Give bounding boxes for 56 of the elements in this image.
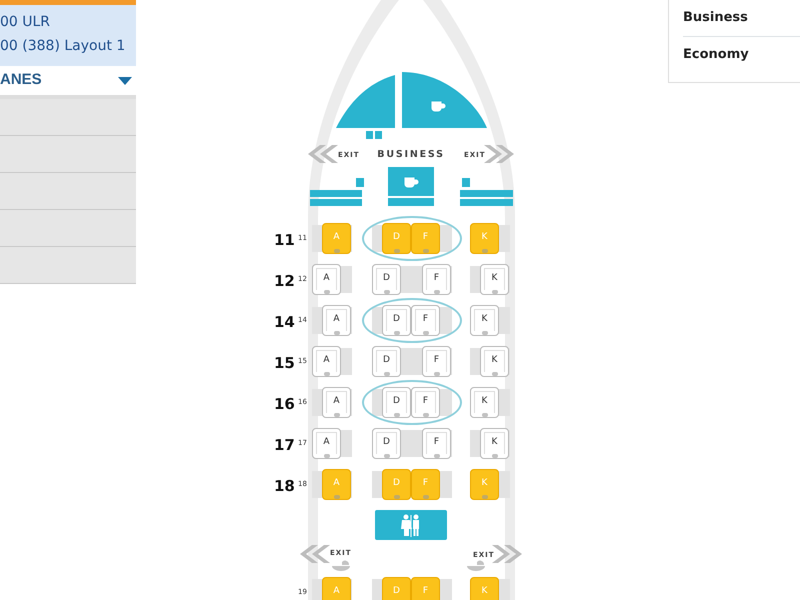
seat[interactable]: D: [372, 428, 401, 459]
seat[interactable]: A: [322, 305, 351, 336]
row-number: 16: [274, 394, 295, 415]
cabin-class-option[interactable]: Business: [683, 0, 800, 36]
list-row[interactable]: [0, 247, 136, 284]
bassinet-icon: [467, 560, 485, 571]
seat[interactable]: F: [422, 346, 451, 377]
closet-icon: [366, 131, 382, 139]
exit-arrow-icon: [300, 545, 330, 563]
closet-icon: [462, 178, 470, 187]
list-row[interactable]: [0, 136, 136, 173]
row-number: 11: [274, 230, 295, 251]
selected-item-bar[interactable]: [0, 0, 136, 5]
row-number: 15: [274, 353, 295, 374]
row-number: 14: [274, 312, 295, 333]
aircraft-option[interactable]: 00 (388) Layout 1: [0, 34, 136, 58]
seat[interactable]: D: [372, 346, 401, 377]
seat[interactable]: D: [382, 305, 411, 336]
list-row[interactable]: [0, 99, 136, 136]
list-row[interactable]: [0, 173, 136, 210]
seat[interactable]: F: [422, 264, 451, 295]
list-row[interactable]: [0, 210, 136, 247]
section-header[interactable]: ANES: [0, 69, 42, 92]
seat[interactable]: A: [322, 387, 351, 418]
seat[interactable]: D: [382, 387, 411, 418]
seat-divider-drawing: [460, 190, 513, 206]
seat-divider-drawing: [310, 190, 362, 206]
seat[interactable]: A: [312, 264, 341, 295]
closet-icon: [356, 178, 364, 187]
exit-arrow-icon: [492, 545, 522, 563]
seat[interactable]: K: [480, 428, 509, 459]
exit-arrow-icon: [308, 145, 338, 163]
row-number: 17: [274, 435, 295, 456]
exit-arrow-icon: [484, 145, 514, 163]
row-number: 12: [274, 271, 295, 292]
seat[interactable]: D: [372, 264, 401, 295]
galley-icon: [402, 72, 487, 128]
lavatory-icon: [375, 510, 447, 540]
seat[interactable]: F: [422, 428, 451, 459]
seat[interactable]: K: [470, 305, 499, 336]
seat[interactable]: K: [480, 264, 509, 295]
seat[interactable]: K: [480, 346, 509, 377]
row-number: 18: [274, 476, 295, 497]
aircraft-option[interactable]: 00 ULR: [0, 10, 136, 34]
seat[interactable]: A: [312, 428, 341, 459]
cabin-label: BUSINESS: [377, 149, 445, 160]
galley-bar: [388, 198, 434, 206]
seat[interactable]: F: [411, 305, 440, 336]
galley-icon: [388, 167, 434, 196]
galley-icon: [336, 75, 395, 128]
seat[interactable]: K: [470, 387, 499, 418]
seat[interactable]: F: [411, 387, 440, 418]
bassinet-icon: [332, 560, 350, 571]
seat[interactable]: A: [312, 346, 341, 377]
cabin-class-option[interactable]: Economy: [683, 36, 800, 72]
caret-icon[interactable]: [118, 76, 132, 84]
